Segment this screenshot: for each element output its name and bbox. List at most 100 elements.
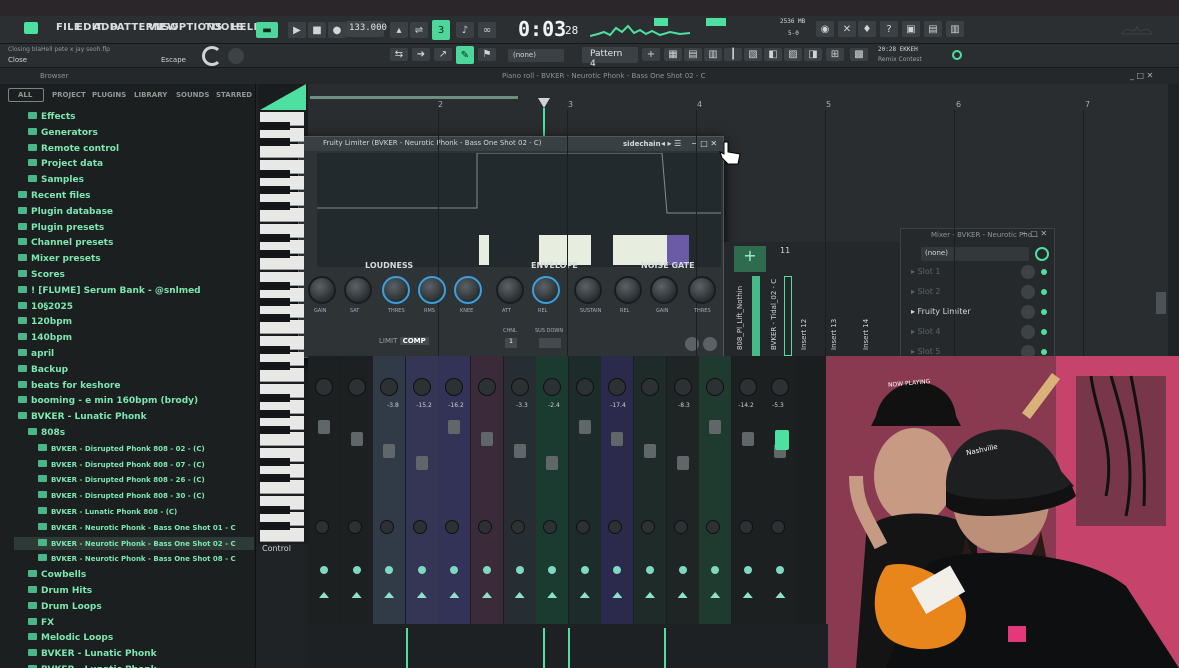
black-key[interactable]	[260, 202, 290, 210]
browser-item[interactable]: BVKER - Disrupted Phonk 808 - 07 - (C)	[38, 459, 205, 469]
tab-project[interactable]: PROJECT	[52, 91, 86, 99]
black-key[interactable]	[260, 522, 290, 530]
cart-icon[interactable]: ⊞	[826, 48, 844, 61]
slot-enable-led[interactable]	[1041, 309, 1047, 315]
pan-knob[interactable]	[315, 378, 333, 396]
browser-item[interactable]: booming - e min 160bpm (brody)	[18, 396, 198, 406]
metronome-button[interactable]: ▴	[390, 22, 408, 38]
black-key[interactable]	[260, 250, 290, 258]
browser-item[interactable]: april	[18, 349, 54, 359]
news-icon[interactable]	[952, 50, 962, 60]
draw-tool-icon[interactable]: ✎	[456, 46, 474, 64]
black-key[interactable]	[260, 138, 290, 146]
roll-scrollbar[interactable]	[1156, 292, 1166, 314]
volume-fader[interactable]	[611, 432, 624, 446]
black-key[interactable]	[260, 346, 290, 354]
route-icon[interactable]	[678, 566, 687, 574]
pattern-select[interactable]: Pattern 4	[582, 47, 638, 69]
black-key[interactable]	[260, 170, 290, 178]
knob-gain[interactable]	[650, 276, 678, 304]
mixer-view-icon[interactable]: ┃	[724, 48, 742, 61]
microphone-icon[interactable]: ♦	[858, 21, 876, 37]
stereo-knob[interactable]	[575, 520, 590, 534]
channel-value[interactable]: 1	[505, 338, 517, 348]
pattern-song-toggle[interactable]: ▬	[256, 22, 278, 38]
master-volume-knob[interactable]	[202, 46, 222, 66]
browser-item[interactable]: beats for keshore	[18, 380, 120, 391]
browser-item[interactable]: Mixer presets	[18, 254, 101, 264]
browser-item[interactable]: 140bpm	[18, 333, 72, 343]
volume-fader[interactable]	[546, 456, 559, 470]
slot-mix-knob[interactable]	[1021, 285, 1035, 299]
script-output-icon[interactable]: ◨	[804, 48, 822, 61]
online-icon[interactable]: ◉	[816, 21, 834, 37]
mode-comp[interactable]: COMP	[399, 337, 429, 345]
black-key[interactable]	[260, 122, 290, 130]
master-fader[interactable]	[775, 430, 789, 450]
playlist-icon[interactable]: ▦	[664, 48, 682, 61]
pan-knob[interactable]	[412, 378, 431, 396]
browser-item[interactable]: FX	[28, 617, 54, 628]
tab-plugins[interactable]: PLUGINS	[92, 91, 126, 99]
browser-item[interactable]: Generators	[28, 127, 98, 138]
browser-item[interactable]: Channel presets	[18, 238, 113, 248]
slide-icon[interactable]: ↗	[434, 48, 452, 61]
black-key[interactable]	[260, 282, 290, 290]
volume-fader[interactable]	[513, 444, 526, 458]
mixer-preset-select[interactable]: (none)	[921, 247, 1029, 261]
limiter-window-controls[interactable]: − □ ✕	[691, 139, 717, 148]
black-key[interactable]	[260, 458, 290, 466]
pan-knob[interactable]	[510, 378, 529, 396]
stereo-knob[interactable]	[641, 520, 655, 534]
black-key[interactable]	[260, 186, 290, 194]
browser-item[interactable]: BVKER - Disrupted Phonk 808 - 26 - (C)	[38, 475, 205, 484]
browser-item[interactable]: Plugin database	[18, 206, 113, 217]
sustain-down-toggle[interactable]	[539, 338, 561, 348]
browser-item[interactable]: BVKER - Disrupted Phonk 808 - 30 - (C)	[38, 491, 205, 500]
browser-item[interactable]: BVKER - Lunatic Phonk	[28, 649, 157, 659]
effect-slot[interactable]: ▸ Slot 4	[911, 327, 941, 336]
snap-select[interactable]: (none)	[508, 49, 564, 62]
black-key[interactable]	[260, 234, 290, 242]
white-key[interactable]	[260, 528, 304, 542]
preset-arrows[interactable]: ◂ ▸ ☰	[661, 139, 681, 148]
slot-mix-knob[interactable]	[1021, 305, 1035, 319]
browser-item[interactable]: BVKER - Lunatic Phonk 808 - (C)	[38, 507, 177, 516]
stereo-knob[interactable]	[347, 520, 362, 534]
route-icon[interactable]	[483, 566, 491, 574]
browser-item[interactable]: Scores	[18, 270, 65, 280]
browser-item[interactable]: 808s	[28, 428, 65, 438]
countdown-button[interactable]: 3	[432, 20, 450, 40]
knob-knee[interactable]	[454, 276, 482, 304]
browser-item[interactable]: Melodic Loops	[28, 633, 113, 643]
effect-slot[interactable]: ▸ Slot 5	[911, 347, 941, 356]
help-icon[interactable]: ?	[880, 21, 898, 37]
pan-knob[interactable]	[673, 378, 692, 396]
slot-enable-led[interactable]	[1041, 349, 1047, 355]
wait-input-button[interactable]: ⇌	[410, 22, 428, 38]
browser-item[interactable]: BVKER - Lunatic Phonk	[18, 412, 147, 422]
white-key[interactable]	[260, 368, 304, 382]
browser-item[interactable]: BVKER - Neurotic Phonk - Bass One Shot 0…	[38, 538, 236, 548]
knob-thres[interactable]	[688, 276, 716, 304]
white-key[interactable]	[260, 432, 304, 446]
play-button[interactable]: ▶	[288, 22, 306, 38]
knob-sustain[interactable]	[574, 276, 602, 304]
knob-thres[interactable]	[382, 276, 410, 304]
tab-starred[interactable]: STARRED	[216, 91, 252, 99]
black-key[interactable]	[260, 362, 290, 370]
white-key[interactable]	[260, 480, 304, 494]
mixer-enable-icon[interactable]	[1035, 247, 1049, 261]
stamp-icon[interactable]: ⚑	[478, 48, 496, 61]
plugin-picker-icon[interactable]: ◧	[764, 48, 782, 61]
tab-all[interactable]: ALL	[18, 91, 32, 99]
stop-button[interactable]: ■	[308, 22, 326, 38]
volume-fader[interactable]	[709, 420, 722, 434]
black-key[interactable]	[260, 394, 290, 402]
store-icon[interactable]: ▩	[850, 48, 868, 61]
volume-fader[interactable]	[644, 444, 656, 458]
browser-view-icon[interactable]: ▧	[744, 48, 762, 61]
stereo-knob[interactable]	[412, 520, 427, 534]
stereo-knob[interactable]	[673, 520, 688, 534]
add-insert-button[interactable]: +	[734, 246, 766, 272]
